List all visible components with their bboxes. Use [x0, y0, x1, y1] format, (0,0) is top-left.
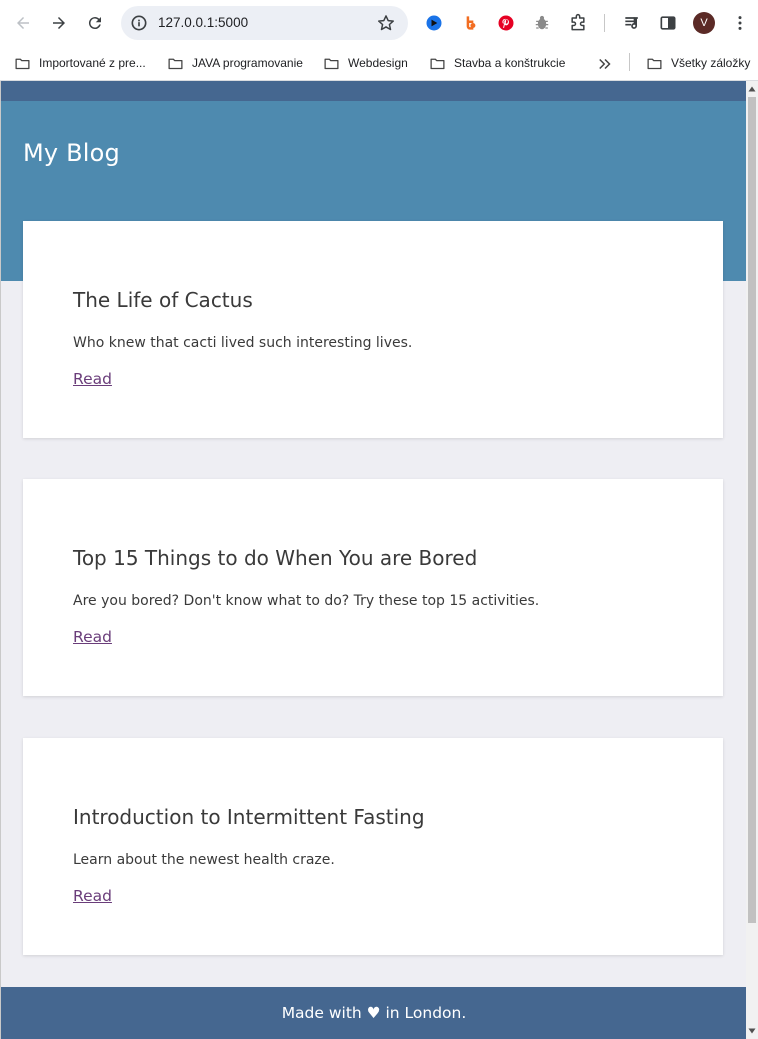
post-subtitle: Are you bored? Don't know what to do? Tr… [73, 593, 540, 609]
menu-kebab-icon[interactable] [729, 12, 751, 34]
folder-icon [324, 58, 339, 69]
read-link[interactable]: Read [73, 628, 112, 646]
bookmark-folder-all[interactable]: Všetky záložky [646, 51, 750, 75]
bug-extension-icon[interactable] [531, 12, 553, 34]
browser-toolbar: 127.0.0.1:5000 V [0, 0, 758, 45]
chevron-double-right-icon[interactable] [596, 55, 614, 73]
page-scrollbar[interactable] [746, 81, 758, 1039]
folder-icon [430, 58, 445, 69]
toolbar-divider [604, 14, 605, 32]
post-title: Top 15 Things to do When You are Bored [73, 546, 478, 570]
read-link[interactable]: Read [73, 370, 112, 388]
reload-icon [88, 17, 101, 30]
extension-blue-icon[interactable] [423, 12, 445, 34]
scroll-up-arrow-icon[interactable] [748, 85, 756, 93]
site-info-icon[interactable] [129, 13, 149, 33]
footer-text: Made with ♥ in London. [281, 1004, 467, 1022]
bookmark-folder[interactable]: Stavba a konštrukcie [429, 51, 565, 75]
bookmark-label: JAVA programovanie [192, 56, 303, 70]
media-queue-icon[interactable] [621, 12, 643, 34]
back-button[interactable] [11, 11, 35, 35]
post-card: Introduction to Intermittent Fasting Lea… [23, 738, 723, 955]
forward-button[interactable] [47, 11, 71, 35]
post-subtitle: Who knew that cacti lived such interesti… [73, 335, 413, 351]
post-subtitle: Learn about the newest health craze. [73, 852, 335, 868]
post-title: The Life of Cactus [73, 288, 253, 312]
profile-avatar[interactable]: V [693, 12, 715, 34]
address-bar[interactable]: 127.0.0.1:5000 [121, 6, 408, 40]
scroll-thumb[interactable] [748, 97, 756, 923]
page-viewport: My Blog The Life of Cactus Who knew that… [0, 81, 746, 1039]
site-title[interactable]: My Blog [23, 139, 120, 167]
bookmark-label: Webdesign [348, 56, 408, 70]
bookmarks-divider [629, 53, 630, 71]
scroll-down-arrow-icon[interactable] [748, 1027, 756, 1035]
folder-icon [15, 58, 30, 69]
bookmark-star-icon[interactable] [376, 13, 396, 33]
reload-button[interactable] [83, 11, 107, 35]
site-footer: Made with ♥ in London. [1, 987, 746, 1039]
folder-icon [647, 58, 662, 69]
bookmark-folder[interactable]: JAVA programovanie [167, 51, 303, 75]
bookmark-folder[interactable]: Importované z pre... [14, 51, 146, 75]
read-link[interactable]: Read [73, 887, 112, 905]
arrow-left-icon [17, 17, 29, 29]
extensions-puzzle-icon[interactable] [567, 12, 589, 34]
bookmark-label: Stavba a konštrukcie [454, 56, 566, 70]
bookmarks-bar: Importované z pre... JAVA programovanie … [0, 45, 758, 81]
bookmark-folder[interactable]: Webdesign [323, 51, 408, 75]
url-text: 127.0.0.1:5000 [158, 15, 249, 30]
side-panel-icon[interactable] [657, 12, 679, 34]
bookmark-label: Importované z pre... [39, 56, 146, 70]
nav-strip [1, 81, 746, 101]
post-card: Top 15 Things to do When You are Bored A… [23, 479, 723, 696]
arrow-right-icon [53, 17, 65, 29]
post-title: Introduction to Intermittent Fasting [73, 805, 425, 829]
bookmark-label: Všetky záložky [671, 56, 751, 70]
extension-orange-t-icon[interactable] [459, 12, 481, 34]
folder-icon [168, 58, 183, 69]
pinterest-icon[interactable] [495, 12, 517, 34]
post-card: The Life of Cactus Who knew that cacti l… [23, 221, 723, 438]
